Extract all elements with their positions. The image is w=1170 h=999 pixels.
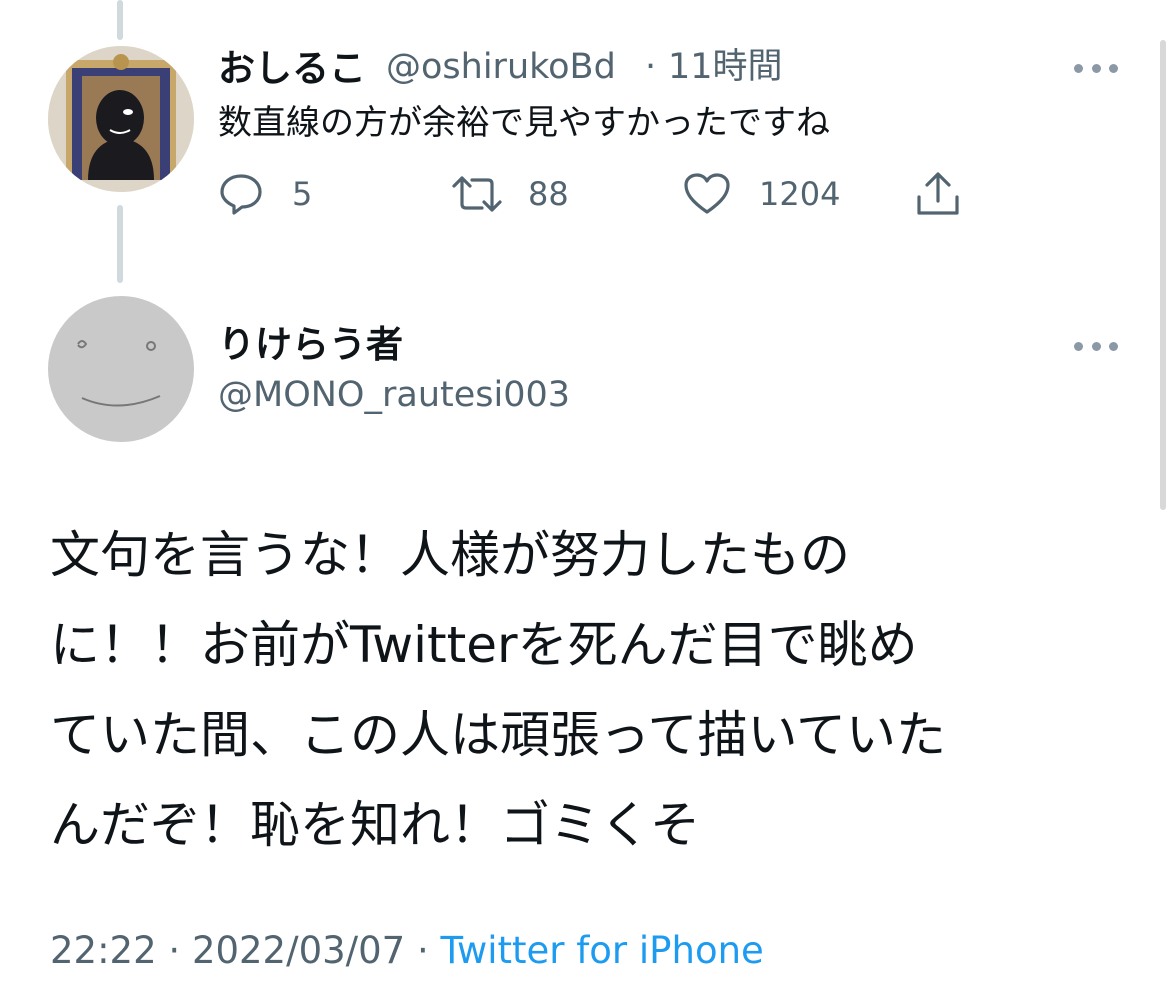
tweet-footer: 22:22 · 2022/03/07 · Twitter for iPhone xyxy=(50,932,764,969)
more-options-icon[interactable] xyxy=(1074,339,1118,353)
avatar-rikerau[interactable] xyxy=(48,296,194,442)
avatar-image xyxy=(48,296,194,442)
reply-action[interactable]: 5 xyxy=(218,172,312,216)
tweet-text-line: 文句を言うな！人様が努力したもの xyxy=(50,526,850,584)
footer-separator: · xyxy=(416,929,429,972)
retweet-action[interactable]: 88 xyxy=(450,172,569,216)
reply-count: 5 xyxy=(292,175,313,213)
footer-separator: · xyxy=(168,929,181,972)
tweet-time[interactable]: 22:22 xyxy=(50,929,157,972)
tweet-text-line: ていた間、この人は頑張って描いていた xyxy=(50,706,946,764)
tweet-text-line: んだぞ！恥を知れ！ゴミくそ xyxy=(50,796,700,854)
like-action[interactable]: 1204 xyxy=(683,172,840,216)
tweet-source-link[interactable]: Twitter for iPhone xyxy=(441,929,764,972)
thread-line-connector xyxy=(117,205,123,283)
reply-meta-separator: · xyxy=(645,47,657,87)
main-display-name[interactable]: りけらう者 xyxy=(218,326,403,363)
like-count: 1204 xyxy=(759,175,841,213)
retweet-count: 88 xyxy=(528,175,569,213)
share-action[interactable] xyxy=(914,172,962,216)
main-tweet-text: 文句を言うな！人様が努力したもの に！！お前がTwitterを死んだ目で眺め て… xyxy=(50,510,1130,870)
avatar-image xyxy=(48,46,194,192)
main-handle[interactable]: @MONO_rautesi003 xyxy=(218,378,570,413)
more-options-icon[interactable] xyxy=(1074,61,1118,75)
reply-handle[interactable]: @oshirukoBd xyxy=(386,50,616,85)
thread-line-top xyxy=(117,0,123,40)
tweet-date[interactable]: 2022/03/07 xyxy=(192,929,405,972)
reply-icon xyxy=(220,174,262,215)
share-icon xyxy=(917,172,959,215)
avatar-oshiruko[interactable] xyxy=(48,46,194,192)
scrollbar[interactable] xyxy=(1160,40,1166,510)
heart-icon xyxy=(684,173,730,214)
reply-timestamp[interactable]: 11時間 xyxy=(668,50,783,85)
tweet-text-line: に！！お前がTwitterを死んだ目で眺め xyxy=(50,616,918,674)
retweet-icon xyxy=(452,176,502,212)
reply-display-name[interactable]: おしるこ xyxy=(218,50,366,87)
reply-tweet-text: 数直線の方が余裕で見やすかったですね xyxy=(218,103,830,143)
